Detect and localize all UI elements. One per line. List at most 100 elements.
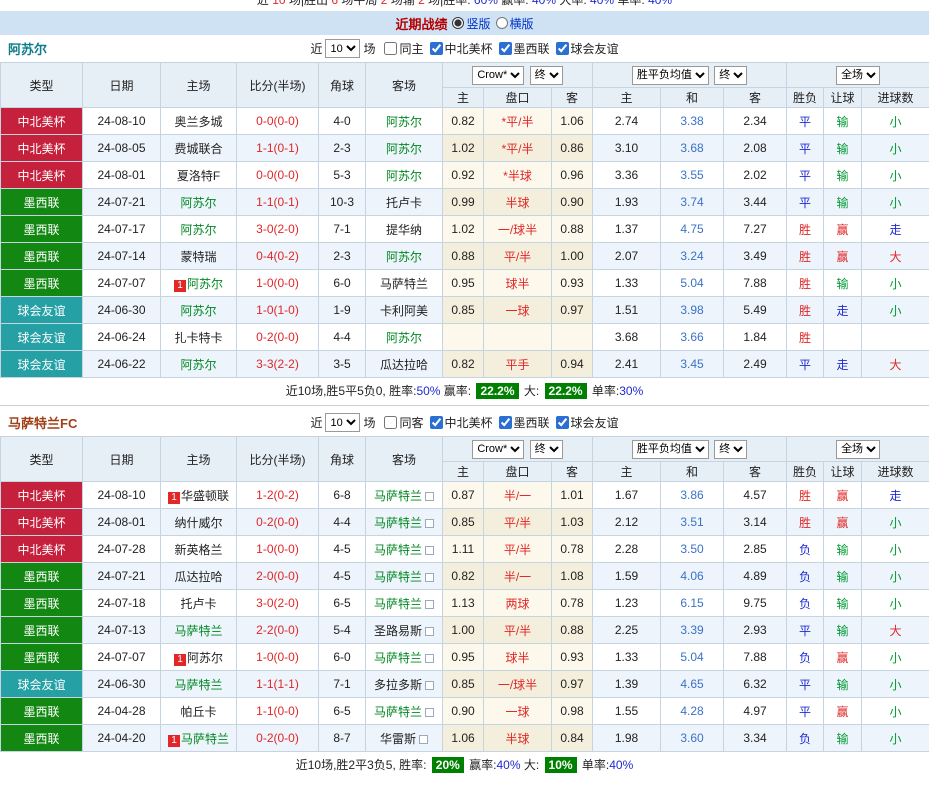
away-team-name[interactable]: 阿苏尔 [386, 142, 422, 156]
home-team-name[interactable]: 夏洛特F [177, 169, 220, 183]
odds-away-cell: 0.78 [552, 536, 593, 563]
filter-checkbox[interactable]: 同客 [384, 414, 423, 431]
away-team-name[interactable]: 卡利阿美 [380, 304, 428, 318]
odds-home-cell [443, 324, 484, 351]
filter-checkbox[interactable]: 中北美杯 [430, 40, 493, 57]
result-goals-cell: 走 [862, 482, 929, 509]
home-team-name[interactable]: 新英格兰 [174, 543, 222, 557]
recent-count-select[interactable]: 10 [325, 413, 360, 432]
home-team-name[interactable]: 奥兰多城 [174, 115, 222, 129]
match-select-checkbox[interactable] [425, 600, 434, 609]
match-select-checkbox[interactable] [425, 573, 434, 582]
match-select-checkbox[interactable] [425, 519, 434, 528]
home-team-name[interactable]: 蒙特瑞 [180, 250, 216, 264]
layout-radio-horizontal[interactable]: 横版 [496, 15, 534, 32]
match-select-checkbox[interactable] [425, 627, 434, 636]
away-team-name[interactable]: 阿苏尔 [386, 169, 422, 183]
away-team-name[interactable]: 马萨特兰 [374, 597, 422, 611]
away-team-name[interactable]: 马萨特兰 [374, 651, 422, 665]
match-type-cell: 中北美杯 [1, 135, 83, 162]
odds-away-cell: 1.06 [552, 108, 593, 135]
odds-company-select[interactable]: Crow* [472, 66, 524, 85]
home-team-name[interactable]: 马萨特兰 [181, 732, 229, 746]
mean-draw-cell: 3.66 [661, 324, 724, 351]
recent-count-select[interactable]: 10 [325, 39, 360, 58]
home-team-name[interactable]: 托卢卡 [180, 597, 216, 611]
vertical-radio-input[interactable] [452, 17, 464, 29]
match-select-checkbox[interactable] [425, 492, 434, 501]
home-team-name[interactable]: 马萨特兰 [174, 624, 222, 638]
filter-checkbox-label: 中北美杯 [445, 40, 493, 57]
filter-checkbox-input[interactable] [384, 416, 397, 429]
odds-away-cell: 0.96 [552, 162, 593, 189]
filter-checkbox[interactable]: 墨西联 [499, 414, 550, 431]
away-team-name[interactable]: 多拉多斯 [374, 678, 422, 692]
home-team-name[interactable]: 扎卡特卡 [174, 331, 222, 345]
mean-type-select[interactable]: 胜平负均值 [632, 66, 709, 85]
odds-stage-select[interactable]: 终 [530, 440, 563, 459]
away-team-name[interactable]: 阿苏尔 [386, 331, 422, 345]
odds-home-cell: 0.82 [443, 563, 484, 590]
filter-checkbox-input[interactable] [430, 416, 443, 429]
home-team-name[interactable]: 阿苏尔 [187, 651, 223, 665]
filter-checkbox-input[interactable] [556, 42, 569, 55]
mean-type-select[interactable]: 胜平负均值 [632, 440, 709, 459]
home-team-name[interactable]: 费城联合 [174, 142, 222, 156]
away-team-name[interactable]: 提华纳 [386, 223, 422, 237]
summary-rate-badge: 22.2% [545, 383, 587, 399]
filter-checkbox[interactable]: 球会友谊 [556, 414, 619, 431]
home-team-name[interactable]: 阿苏尔 [180, 196, 216, 210]
away-team-name[interactable]: 马萨特兰 [374, 570, 422, 584]
away-team-name[interactable]: 马萨特兰 [374, 489, 422, 503]
away-team-name[interactable]: 马萨特兰 [374, 543, 422, 557]
scope-select[interactable]: 全场 [836, 440, 880, 459]
filter-checkbox-input[interactable] [430, 42, 443, 55]
filter-checkbox-input[interactable] [556, 416, 569, 429]
home-team-name[interactable]: 阿苏尔 [180, 358, 216, 372]
home-team-name[interactable]: 瓜达拉哈 [174, 570, 222, 584]
home-team-name[interactable]: 华盛顿联 [181, 489, 229, 503]
home-team-name[interactable]: 马萨特兰 [174, 678, 222, 692]
match-select-checkbox[interactable] [425, 708, 434, 717]
home-team-name[interactable]: 纳什威尔 [174, 516, 222, 530]
filter-checkbox[interactable]: 球会友谊 [556, 40, 619, 57]
summary-text: 40% [496, 758, 520, 772]
away-team-name[interactable]: 阿苏尔 [386, 115, 422, 129]
filter-checkbox[interactable]: 墨西联 [499, 40, 550, 57]
match-select-checkbox[interactable] [425, 546, 434, 555]
match-row: 墨西联24-07-21瓜达拉哈2-0(0-0)4-5马萨特兰0.82半/一1.0… [1, 563, 929, 590]
away-team-name[interactable]: 圣路易斯 [374, 624, 422, 638]
filter-checkbox-input[interactable] [499, 416, 512, 429]
filter-checkbox[interactable]: 中北美杯 [430, 414, 493, 431]
home-team-name[interactable]: 帕丘卡 [180, 705, 216, 719]
match-select-checkbox[interactable] [425, 681, 434, 690]
match-date-cell: 24-08-05 [83, 135, 161, 162]
horizontal-radio-input[interactable] [496, 17, 508, 29]
mean-stage-select[interactable]: 终 [714, 66, 747, 85]
odds-stage-select[interactable]: 终 [530, 66, 563, 85]
odds-company-select[interactable]: Crow* [472, 440, 524, 459]
odds-home-cell: 0.95 [443, 270, 484, 297]
away-team-name[interactable]: 瓜达拉哈 [380, 358, 428, 372]
home-team-name[interactable]: 阿苏尔 [180, 304, 216, 318]
match-row: 球会友谊24-06-22阿苏尔3-3(2-2)3-5瓜达拉哈0.82平手0.94… [1, 351, 929, 378]
away-team-name[interactable]: 马萨特兰 [374, 705, 422, 719]
filter-checkbox-input[interactable] [384, 42, 397, 55]
away-team-cell: 托卢卡 [366, 189, 443, 216]
filter-checkbox-input[interactable] [499, 42, 512, 55]
away-team-name[interactable]: 华雷斯 [380, 732, 416, 746]
odds-home-cell: 0.82 [443, 108, 484, 135]
home-team-name[interactable]: 阿苏尔 [187, 277, 223, 291]
match-select-checkbox[interactable] [419, 735, 428, 744]
away-team-name[interactable]: 马萨特兰 [374, 516, 422, 530]
layout-radio-vertical[interactable]: 竖版 [452, 15, 490, 32]
scope-select[interactable]: 全场 [836, 66, 880, 85]
home-team-name[interactable]: 阿苏尔 [180, 223, 216, 237]
away-team-name[interactable]: 阿苏尔 [386, 250, 422, 264]
result-goals-cell: 小 [862, 135, 929, 162]
away-team-name[interactable]: 马萨特兰 [380, 277, 428, 291]
mean-stage-select[interactable]: 终 [714, 440, 747, 459]
away-team-name[interactable]: 托卢卡 [386, 196, 422, 210]
match-select-checkbox[interactable] [425, 654, 434, 663]
filter-checkbox[interactable]: 同主 [384, 40, 423, 57]
